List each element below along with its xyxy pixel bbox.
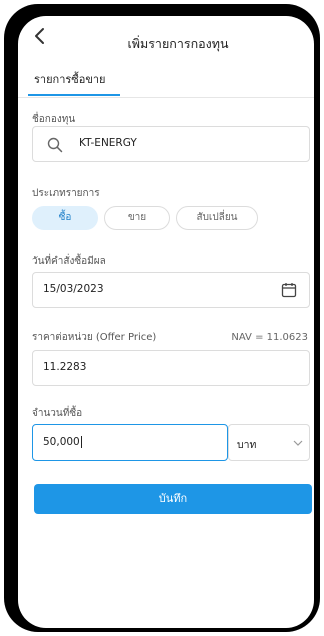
order-date-value: 15/03/2023 xyxy=(43,283,104,295)
order-date-field[interactable]: 15/03/2023 xyxy=(32,272,310,308)
chevron-down-icon xyxy=(293,440,303,446)
unit-select[interactable]: บาท xyxy=(228,424,310,461)
price-value: 11.2283 xyxy=(43,361,87,373)
transaction-type-label: ประเภทรายการ xyxy=(32,188,100,199)
fund-name-value: KT-ENERGY xyxy=(79,137,137,149)
app-screen: เพิ่มรายการกองทุน รายการซื้อขาย ชื่อกองท… xyxy=(18,16,314,628)
price-field[interactable]: 11.2283 xyxy=(32,350,310,386)
amount-input[interactable]: 50,000 xyxy=(32,424,228,461)
price-label: ราคาต่อหน่วย (Offer Price) xyxy=(32,332,157,343)
search-icon xyxy=(47,137,63,153)
text-caret xyxy=(80,436,82,448)
page-title: เพิ่มรายการกองทุน xyxy=(127,36,229,51)
fund-search-field[interactable]: KT-ENERGY xyxy=(32,126,310,162)
tab-bar: รายการซื้อขาย xyxy=(18,60,314,98)
nav-value: NAV = 11.0623 xyxy=(231,332,308,343)
tab-transactions[interactable]: รายการซื้อขาย xyxy=(32,66,108,92)
type-switch-button[interactable]: สับเปลี่ยน xyxy=(176,206,258,230)
amount-label: จำนวนที่ซื้อ xyxy=(32,408,83,419)
phone-frame: เพิ่มรายการกองทุน รายการซื้อขาย ชื่อกองท… xyxy=(4,4,320,632)
unit-value: บาท xyxy=(237,439,257,451)
app-header: เพิ่มรายการกองทุน xyxy=(18,16,314,60)
fund-name-label: ชื่อกองทุน xyxy=(32,114,76,125)
save-button[interactable]: บันทึก xyxy=(34,484,312,514)
order-date-label: วันที่คำสั่งซื้อมีผล xyxy=(32,256,106,267)
calendar-icon[interactable] xyxy=(281,282,297,298)
type-sell-button[interactable]: ขาย xyxy=(104,206,170,230)
active-tab-indicator xyxy=(28,94,120,96)
amount-value: 50,000 xyxy=(43,436,80,448)
type-buy-button[interactable]: ซื้อ xyxy=(32,206,98,230)
